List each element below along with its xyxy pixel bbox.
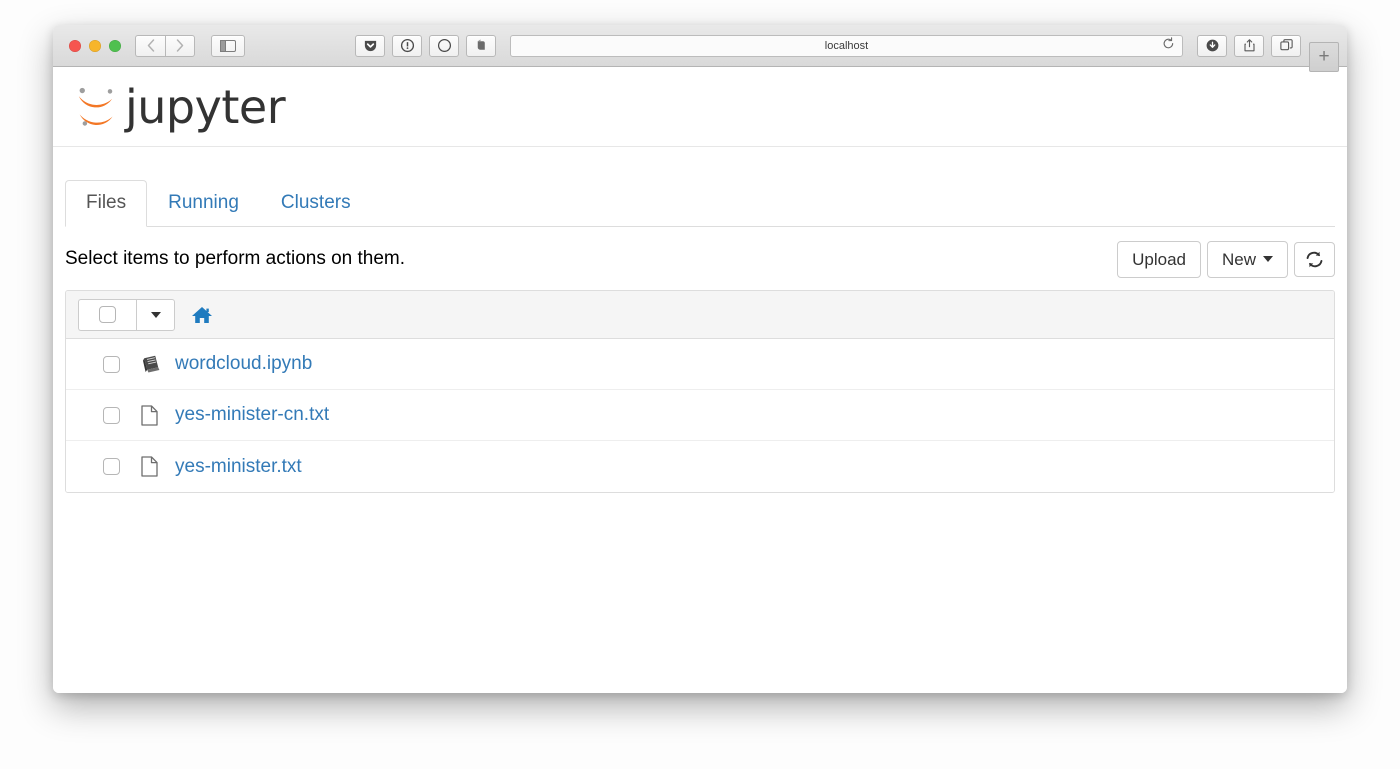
- browser-window: localhost: [53, 25, 1347, 693]
- extension-buttons: [355, 35, 496, 57]
- file-icon: [141, 405, 163, 426]
- row-checkbox[interactable]: [103, 407, 120, 424]
- pocket-icon: [363, 38, 378, 53]
- window-controls: [69, 40, 121, 52]
- list-toolbar: Select items to perform actions on them.…: [65, 227, 1335, 290]
- upload-button-label: Upload: [1132, 249, 1186, 270]
- new-dropdown-button[interactable]: New: [1207, 241, 1288, 278]
- zoom-window-button[interactable]: [109, 40, 121, 52]
- tab-running[interactable]: Running: [147, 180, 260, 227]
- row-checkbox[interactable]: [103, 458, 120, 475]
- selection-button-group: [78, 299, 175, 331]
- onepassword-icon: [400, 38, 415, 53]
- upload-button[interactable]: Upload: [1117, 241, 1201, 278]
- tabs-overview-button[interactable]: [1271, 35, 1301, 57]
- jupyter-logo-text: jupyter: [125, 84, 285, 130]
- forward-chevron-icon: [176, 39, 184, 52]
- address-bar[interactable]: localhost: [510, 35, 1183, 57]
- tab-files[interactable]: Files: [65, 180, 147, 227]
- ghostery-button[interactable]: [429, 35, 459, 57]
- sidebar-toggle-button[interactable]: [211, 35, 245, 57]
- file-list: wordcloud.ipynb yes-minister-cn.txt: [65, 290, 1335, 493]
- back-button[interactable]: [135, 35, 165, 57]
- refresh-icon: [1305, 250, 1324, 269]
- tabs-icon: [1279, 38, 1294, 53]
- url-text: localhost: [825, 40, 868, 52]
- refresh-button[interactable]: [1294, 242, 1335, 277]
- selection-dropdown-button[interactable]: [136, 299, 175, 331]
- navigation-buttons: [135, 35, 195, 57]
- selection-hint-text: Select items to perform actions on them.: [65, 248, 405, 270]
- table-row[interactable]: yes-minister-cn.txt: [66, 390, 1334, 441]
- file-link[interactable]: yes-minister-cn.txt: [175, 404, 329, 426]
- new-tab-button[interactable]: +: [1309, 42, 1339, 72]
- jupyter-page: jupyter Files Running Clusters Select it…: [53, 67, 1347, 693]
- jupyter-header: jupyter: [53, 67, 1347, 147]
- reload-icon[interactable]: [1162, 37, 1175, 55]
- home-icon: [191, 305, 213, 325]
- evernote-button[interactable]: [466, 35, 496, 57]
- select-all-checkbox-button[interactable]: [78, 299, 136, 331]
- desktop-backdrop: localhost: [0, 0, 1400, 769]
- file-list-header: [66, 291, 1334, 339]
- select-all-checkbox[interactable]: [99, 306, 116, 323]
- new-button-label: New: [1222, 249, 1256, 270]
- downloads-icon: [1205, 38, 1220, 53]
- share-button[interactable]: [1234, 35, 1264, 57]
- toolbar-actions: Upload New: [1117, 241, 1335, 278]
- notebook-icon: [141, 355, 163, 373]
- forward-button[interactable]: [165, 35, 195, 57]
- sidebar-icon: [220, 40, 236, 52]
- breadcrumb-home-button[interactable]: [191, 305, 213, 325]
- ghostery-icon: [437, 38, 452, 53]
- file-link[interactable]: yes-minister.txt: [175, 456, 302, 478]
- downloads-button[interactable]: [1197, 35, 1227, 57]
- table-row[interactable]: wordcloud.ipynb: [66, 339, 1334, 390]
- jupyter-logo-icon: [71, 81, 123, 133]
- file-link[interactable]: wordcloud.ipynb: [175, 353, 312, 375]
- browser-toolbar: localhost: [53, 25, 1347, 67]
- close-window-button[interactable]: [69, 40, 81, 52]
- toolbar-right-actions: [1197, 35, 1301, 57]
- minimize-window-button[interactable]: [89, 40, 101, 52]
- tab-clusters[interactable]: Clusters: [260, 180, 372, 227]
- chevron-down-icon: [151, 312, 161, 318]
- evernote-icon: [474, 38, 489, 53]
- share-icon: [1242, 38, 1257, 53]
- row-checkbox[interactable]: [103, 356, 120, 373]
- onepassword-button[interactable]: [392, 35, 422, 57]
- back-chevron-icon: [147, 39, 155, 52]
- file-icon: [141, 456, 163, 477]
- chevron-down-icon: [1263, 256, 1273, 262]
- tab-bar: Files Running Clusters: [65, 180, 1335, 227]
- table-row[interactable]: yes-minister.txt: [66, 441, 1334, 492]
- pocket-button[interactable]: [355, 35, 385, 57]
- jupyter-logo-link[interactable]: jupyter: [71, 81, 285, 133]
- jupyter-body: Files Running Clusters Select items to p…: [53, 180, 1347, 493]
